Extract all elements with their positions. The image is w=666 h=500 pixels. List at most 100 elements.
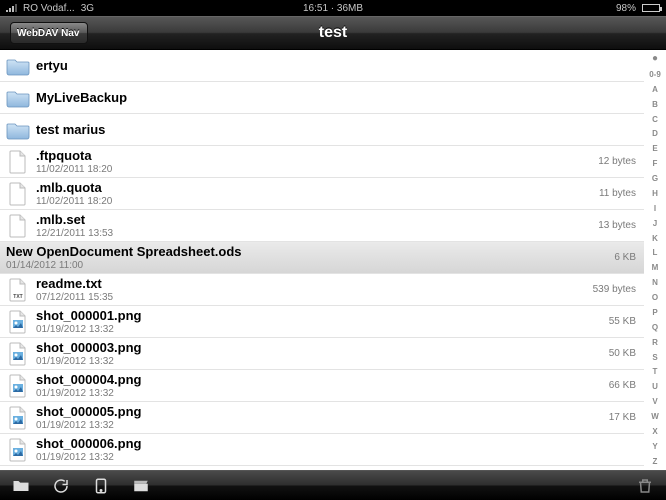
index-letter[interactable]: U	[644, 383, 666, 391]
page-title: test	[319, 24, 347, 42]
index-letter[interactable]: V	[644, 398, 666, 406]
txt-file-icon: TXT	[6, 278, 30, 302]
file-name: shot_000006.png	[36, 436, 636, 451]
index-letter[interactable]: O	[644, 294, 666, 302]
battery-icon	[642, 4, 660, 12]
image-file-icon	[6, 310, 30, 334]
status-bar: RO Vodaf... 3G 16:51 · 36MB 98%	[0, 0, 666, 16]
folder-open-icon[interactable]	[10, 475, 32, 497]
index-letter[interactable]: G	[644, 175, 666, 183]
list-item[interactable]: shot_000004.png01/19/2012 13:3266 KB	[0, 370, 644, 402]
refresh-icon[interactable]	[50, 475, 72, 497]
list-item[interactable]: TXT readme.txt07/12/2011 15:35539 bytes	[0, 274, 644, 306]
index-letter[interactable]: I	[644, 205, 666, 213]
file-list-container: ertyuMyLiveBackuptest marius.ftpquota11/…	[0, 50, 666, 470]
network-label: 3G	[81, 3, 94, 14]
file-name: shot_000001.png	[36, 308, 601, 323]
file-date: 01/19/2012 13:32	[36, 420, 601, 431]
section-index[interactable]: ● 0-9 ABCDEFGHIJKLMNOPQRSTUVWXYZ	[644, 50, 666, 470]
file-name: readme.txt	[36, 276, 585, 291]
file-name: shot_000004.png	[36, 372, 601, 387]
index-letter[interactable]: N	[644, 279, 666, 287]
image-file-icon	[6, 374, 30, 398]
index-letter[interactable]: D	[644, 130, 666, 138]
index-letter[interactable]: A	[644, 86, 666, 94]
file-size: 55 KB	[601, 316, 636, 327]
list-item[interactable]: shot_000005.png01/19/2012 13:3217 KB	[0, 402, 644, 434]
index-letter[interactable]: H	[644, 190, 666, 198]
time-memory-label: 16:51 · 36MB	[303, 3, 363, 14]
list-item[interactable]: .mlb.set12/21/2011 13:5313 bytes	[0, 210, 644, 242]
file-date: 11/02/2011 18:20	[36, 196, 591, 207]
index-letter[interactable]: R	[644, 339, 666, 347]
index-letter[interactable]: C	[644, 116, 666, 124]
index-letter[interactable]: Q	[644, 324, 666, 332]
file-icon	[6, 150, 30, 174]
list-item[interactable]: shot_000003.png01/19/2012 13:3250 KB	[0, 338, 644, 370]
index-letter[interactable]: L	[644, 249, 666, 257]
file-size: 50 KB	[601, 348, 636, 359]
list-item[interactable]: MyLiveBackup	[0, 82, 644, 114]
signal-icon	[6, 4, 17, 12]
index-letter[interactable]: B	[644, 101, 666, 109]
file-date: 11/02/2011 18:20	[36, 164, 590, 175]
list-item[interactable]: shot_000001.png01/19/2012 13:3255 KB	[0, 306, 644, 338]
index-letter[interactable]: E	[644, 145, 666, 153]
file-size: 6 KB	[606, 252, 636, 263]
index-letter[interactable]: X	[644, 428, 666, 436]
list-item[interactable]: .ftpquota11/02/2011 18:2012 bytes	[0, 146, 644, 178]
image-file-icon	[6, 438, 30, 462]
file-name: shot_000005.png	[36, 404, 601, 419]
file-size: 539 bytes	[585, 284, 636, 295]
index-letter[interactable]: S	[644, 354, 666, 362]
file-size: 11 bytes	[591, 188, 636, 199]
battery-percent-label: 98%	[616, 3, 636, 14]
index-letter[interactable]: W	[644, 413, 666, 421]
bottom-toolbar	[0, 470, 666, 500]
file-date: 01/19/2012 13:32	[36, 452, 636, 463]
file-name: .ftpquota	[36, 148, 590, 163]
carrier-label: RO Vodaf...	[23, 3, 75, 14]
folder-icon	[6, 54, 30, 78]
index-letter[interactable]: Y	[644, 443, 666, 451]
file-name: shot_000003.png	[36, 340, 601, 355]
trash-icon[interactable]	[634, 475, 656, 497]
index-letter[interactable]: ●	[644, 54, 666, 64]
folder-icon	[6, 118, 30, 142]
svg-text:TXT: TXT	[13, 294, 22, 300]
file-date: 01/19/2012 13:32	[36, 356, 601, 367]
nav-bar: WebDAV Nav test	[0, 16, 666, 50]
file-name: New OpenDocument Spreadsheet.ods	[6, 244, 606, 259]
clapperboard-icon[interactable]	[130, 475, 152, 497]
index-letter[interactable]: Z	[644, 458, 666, 466]
index-letter[interactable]: T	[644, 368, 666, 376]
file-date: 07/12/2011 15:35	[36, 292, 585, 303]
file-date: 01/14/2012 11:00	[6, 260, 606, 271]
device-icon[interactable]	[90, 475, 112, 497]
list-item[interactable]: New OpenDocument Spreadsheet.ods01/14/20…	[0, 242, 644, 274]
file-date: 01/19/2012 13:32	[36, 388, 601, 399]
index-letter[interactable]: P	[644, 309, 666, 317]
file-list[interactable]: ertyuMyLiveBackuptest marius.ftpquota11/…	[0, 50, 644, 470]
index-letter[interactable]: F	[644, 160, 666, 168]
image-file-icon	[6, 406, 30, 430]
index-letter[interactable]: M	[644, 264, 666, 272]
file-icon	[6, 182, 30, 206]
list-item[interactable]: shot_000006.png01/19/2012 13:32	[0, 434, 644, 466]
back-button[interactable]: WebDAV Nav	[10, 22, 88, 44]
list-item[interactable]: ertyu	[0, 50, 644, 82]
list-item[interactable]: .mlb.quota11/02/2011 18:2011 bytes	[0, 178, 644, 210]
file-date: 01/19/2012 13:32	[36, 324, 601, 335]
file-name: .mlb.set	[36, 212, 590, 227]
index-letter[interactable]: 0-9	[644, 71, 666, 79]
file-icon	[6, 214, 30, 238]
file-size: 12 bytes	[590, 156, 636, 167]
index-letter[interactable]: J	[644, 220, 666, 228]
file-name: MyLiveBackup	[36, 90, 636, 105]
file-name: .mlb.quota	[36, 180, 591, 195]
folder-icon	[6, 86, 30, 110]
file-name: test marius	[36, 122, 636, 137]
file-name: ertyu	[36, 58, 636, 73]
index-letter[interactable]: K	[644, 235, 666, 243]
list-item[interactable]: test marius	[0, 114, 644, 146]
